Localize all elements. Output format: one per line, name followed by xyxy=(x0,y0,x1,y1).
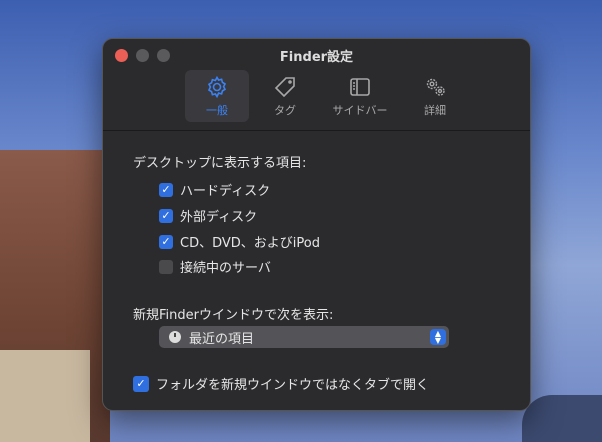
checkbox-label: 接続中のサーバ xyxy=(180,261,271,276)
tab-general[interactable]: 一般 xyxy=(185,70,249,122)
checkmark-icon: ✓ xyxy=(159,182,173,197)
toolbar-divider xyxy=(103,130,530,131)
clock-icon xyxy=(169,331,181,343)
checkmark-icon: ✓ xyxy=(133,375,149,392)
gear-icon xyxy=(207,75,227,98)
wallpaper-castle-lower xyxy=(0,350,90,442)
checkbox-connected-servers[interactable]: 接続中のサーバ xyxy=(159,257,271,276)
sidebar-icon xyxy=(350,77,370,96)
toolbar: 一般 タグ サイドバー 詳細 xyxy=(185,70,467,122)
checkbox-open-folders-in-tabs[interactable]: ✓ フォルダを新規ウインドウではなくタブで開く xyxy=(133,374,429,393)
select-value: 最近の項目 xyxy=(189,331,255,347)
tab-label: サイドバー xyxy=(332,103,388,117)
checkmark-icon: ✓ xyxy=(159,234,173,249)
checkbox-empty xyxy=(159,259,173,274)
checkbox-label: ハードディスク xyxy=(180,184,271,199)
tab-advanced[interactable]: 詳細 xyxy=(403,70,467,122)
tab-label: タグ xyxy=(274,103,296,117)
checkmark-icon: ✓ xyxy=(159,208,173,223)
checkbox-label: CD、DVD、およびiPod xyxy=(180,236,320,251)
wallpaper-trees xyxy=(522,395,602,442)
chevron-updown-icon: ▲ ▼ xyxy=(430,329,446,345)
window-title: Finder設定 xyxy=(279,50,354,65)
checkbox-external-disks[interactable]: ✓ 外部ディスク xyxy=(159,206,257,225)
checkbox-cds-dvds-ipods[interactable]: ✓ CD、DVD、およびiPod xyxy=(159,232,320,251)
tab-sidebar[interactable]: サイドバー xyxy=(321,70,399,122)
finder-settings-window: Finder設定 一般 タグ サイドバー 詳細 デスクトップに表示する項目: ✓… xyxy=(102,38,531,411)
new-window-heading: 新規Finderウインドウで次を表示: xyxy=(133,308,334,323)
checkbox-label: 外部ディスク xyxy=(180,210,258,225)
tab-tags[interactable]: タグ xyxy=(253,70,317,122)
desktop-items-heading: デスクトップに表示する項目: xyxy=(133,156,307,171)
gears-icon xyxy=(426,78,445,96)
tab-label: 詳細 xyxy=(424,103,446,117)
new-window-select[interactable]: 最近の項目 ▲ ▼ xyxy=(159,326,449,348)
tab-label: 一般 xyxy=(206,103,228,117)
tag-icon xyxy=(274,76,295,97)
checkbox-label: フォルダを新規ウインドウではなくタブで開く xyxy=(156,378,430,393)
checkbox-hard-disks[interactable]: ✓ ハードディスク xyxy=(159,180,270,199)
